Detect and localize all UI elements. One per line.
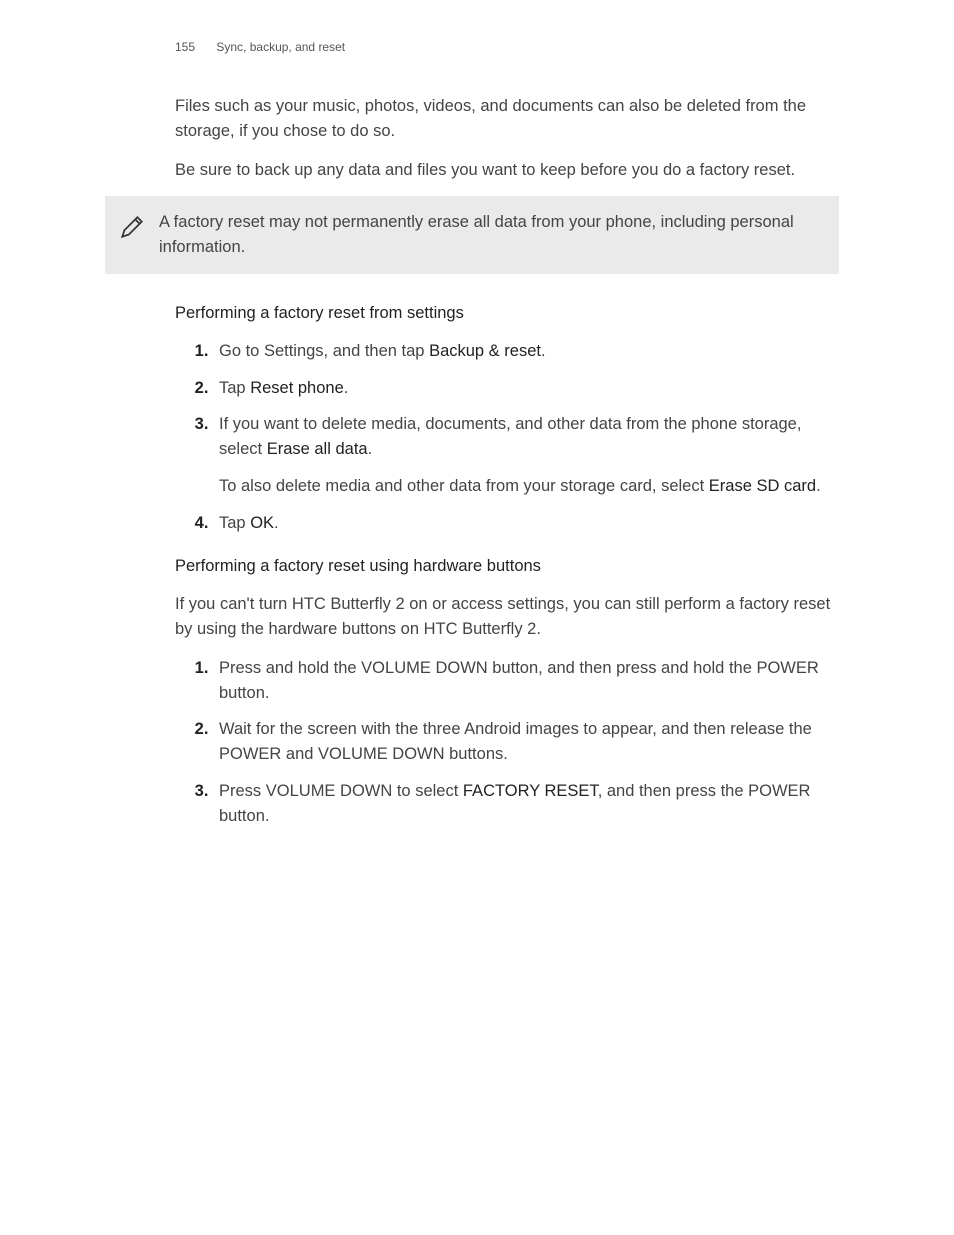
step-text: . — [541, 342, 546, 360]
page-header: 155 Sync, backup, and reset — [175, 40, 839, 54]
section2-intro: If you can't turn HTC Butterfly 2 on or … — [175, 592, 839, 642]
steps-list-hardware: Press and hold the VOLUME DOWN button, a… — [175, 656, 839, 829]
ui-label: OK — [250, 514, 274, 532]
intro-paragraph-2: Be sure to back up any data and files yo… — [175, 158, 839, 183]
list-item: Tap Reset phone. — [213, 376, 839, 401]
step-text: Press VOLUME DOWN to select — [219, 782, 463, 800]
step-text: Tap — [219, 514, 250, 532]
step-text: Press and hold the VOLUME DOWN button, a… — [219, 659, 819, 702]
list-item: Wait for the screen with the three Andro… — [213, 717, 839, 767]
section-title: Sync, backup, and reset — [216, 40, 345, 54]
ui-label: Backup & reset — [429, 342, 541, 360]
note-box: A factory reset may not permanently eras… — [105, 196, 839, 274]
ui-label: Erase SD card — [709, 477, 816, 495]
step-text: . — [368, 440, 373, 458]
step-text: Wait for the screen with the three Andro… — [219, 720, 812, 763]
note-text: A factory reset may not permanently eras… — [159, 210, 821, 260]
pencil-icon — [119, 214, 145, 245]
section-heading-hardware: Performing a factory reset using hardwar… — [175, 557, 839, 576]
step-text: . — [816, 477, 821, 495]
steps-list-settings: Go to Settings, and then tap Backup & re… — [175, 339, 839, 536]
list-item: Press VOLUME DOWN to select FACTORY RESE… — [213, 779, 839, 829]
step-text: Go to Settings, and then tap — [219, 342, 429, 360]
document-page: 155 Sync, backup, and reset Files such a… — [0, 0, 954, 890]
step-text: . — [344, 379, 349, 397]
step-text: . — [274, 514, 279, 532]
list-item: If you want to delete media, documents, … — [213, 412, 839, 498]
list-item: Press and hold the VOLUME DOWN button, a… — [213, 656, 839, 706]
step-text: Tap — [219, 379, 250, 397]
ui-label: FACTORY RESET — [463, 782, 598, 800]
page-number: 155 — [175, 40, 195, 54]
list-item: Tap OK. — [213, 511, 839, 536]
section-heading-settings: Performing a factory reset from settings — [175, 304, 839, 323]
step-text: To also delete media and other data from… — [219, 477, 709, 495]
step-extra: To also delete media and other data from… — [219, 474, 839, 499]
ui-label: Reset phone — [250, 379, 344, 397]
intro-paragraph-1: Files such as your music, photos, videos… — [175, 94, 839, 144]
list-item: Go to Settings, and then tap Backup & re… — [213, 339, 839, 364]
ui-label: Erase all data — [267, 440, 368, 458]
